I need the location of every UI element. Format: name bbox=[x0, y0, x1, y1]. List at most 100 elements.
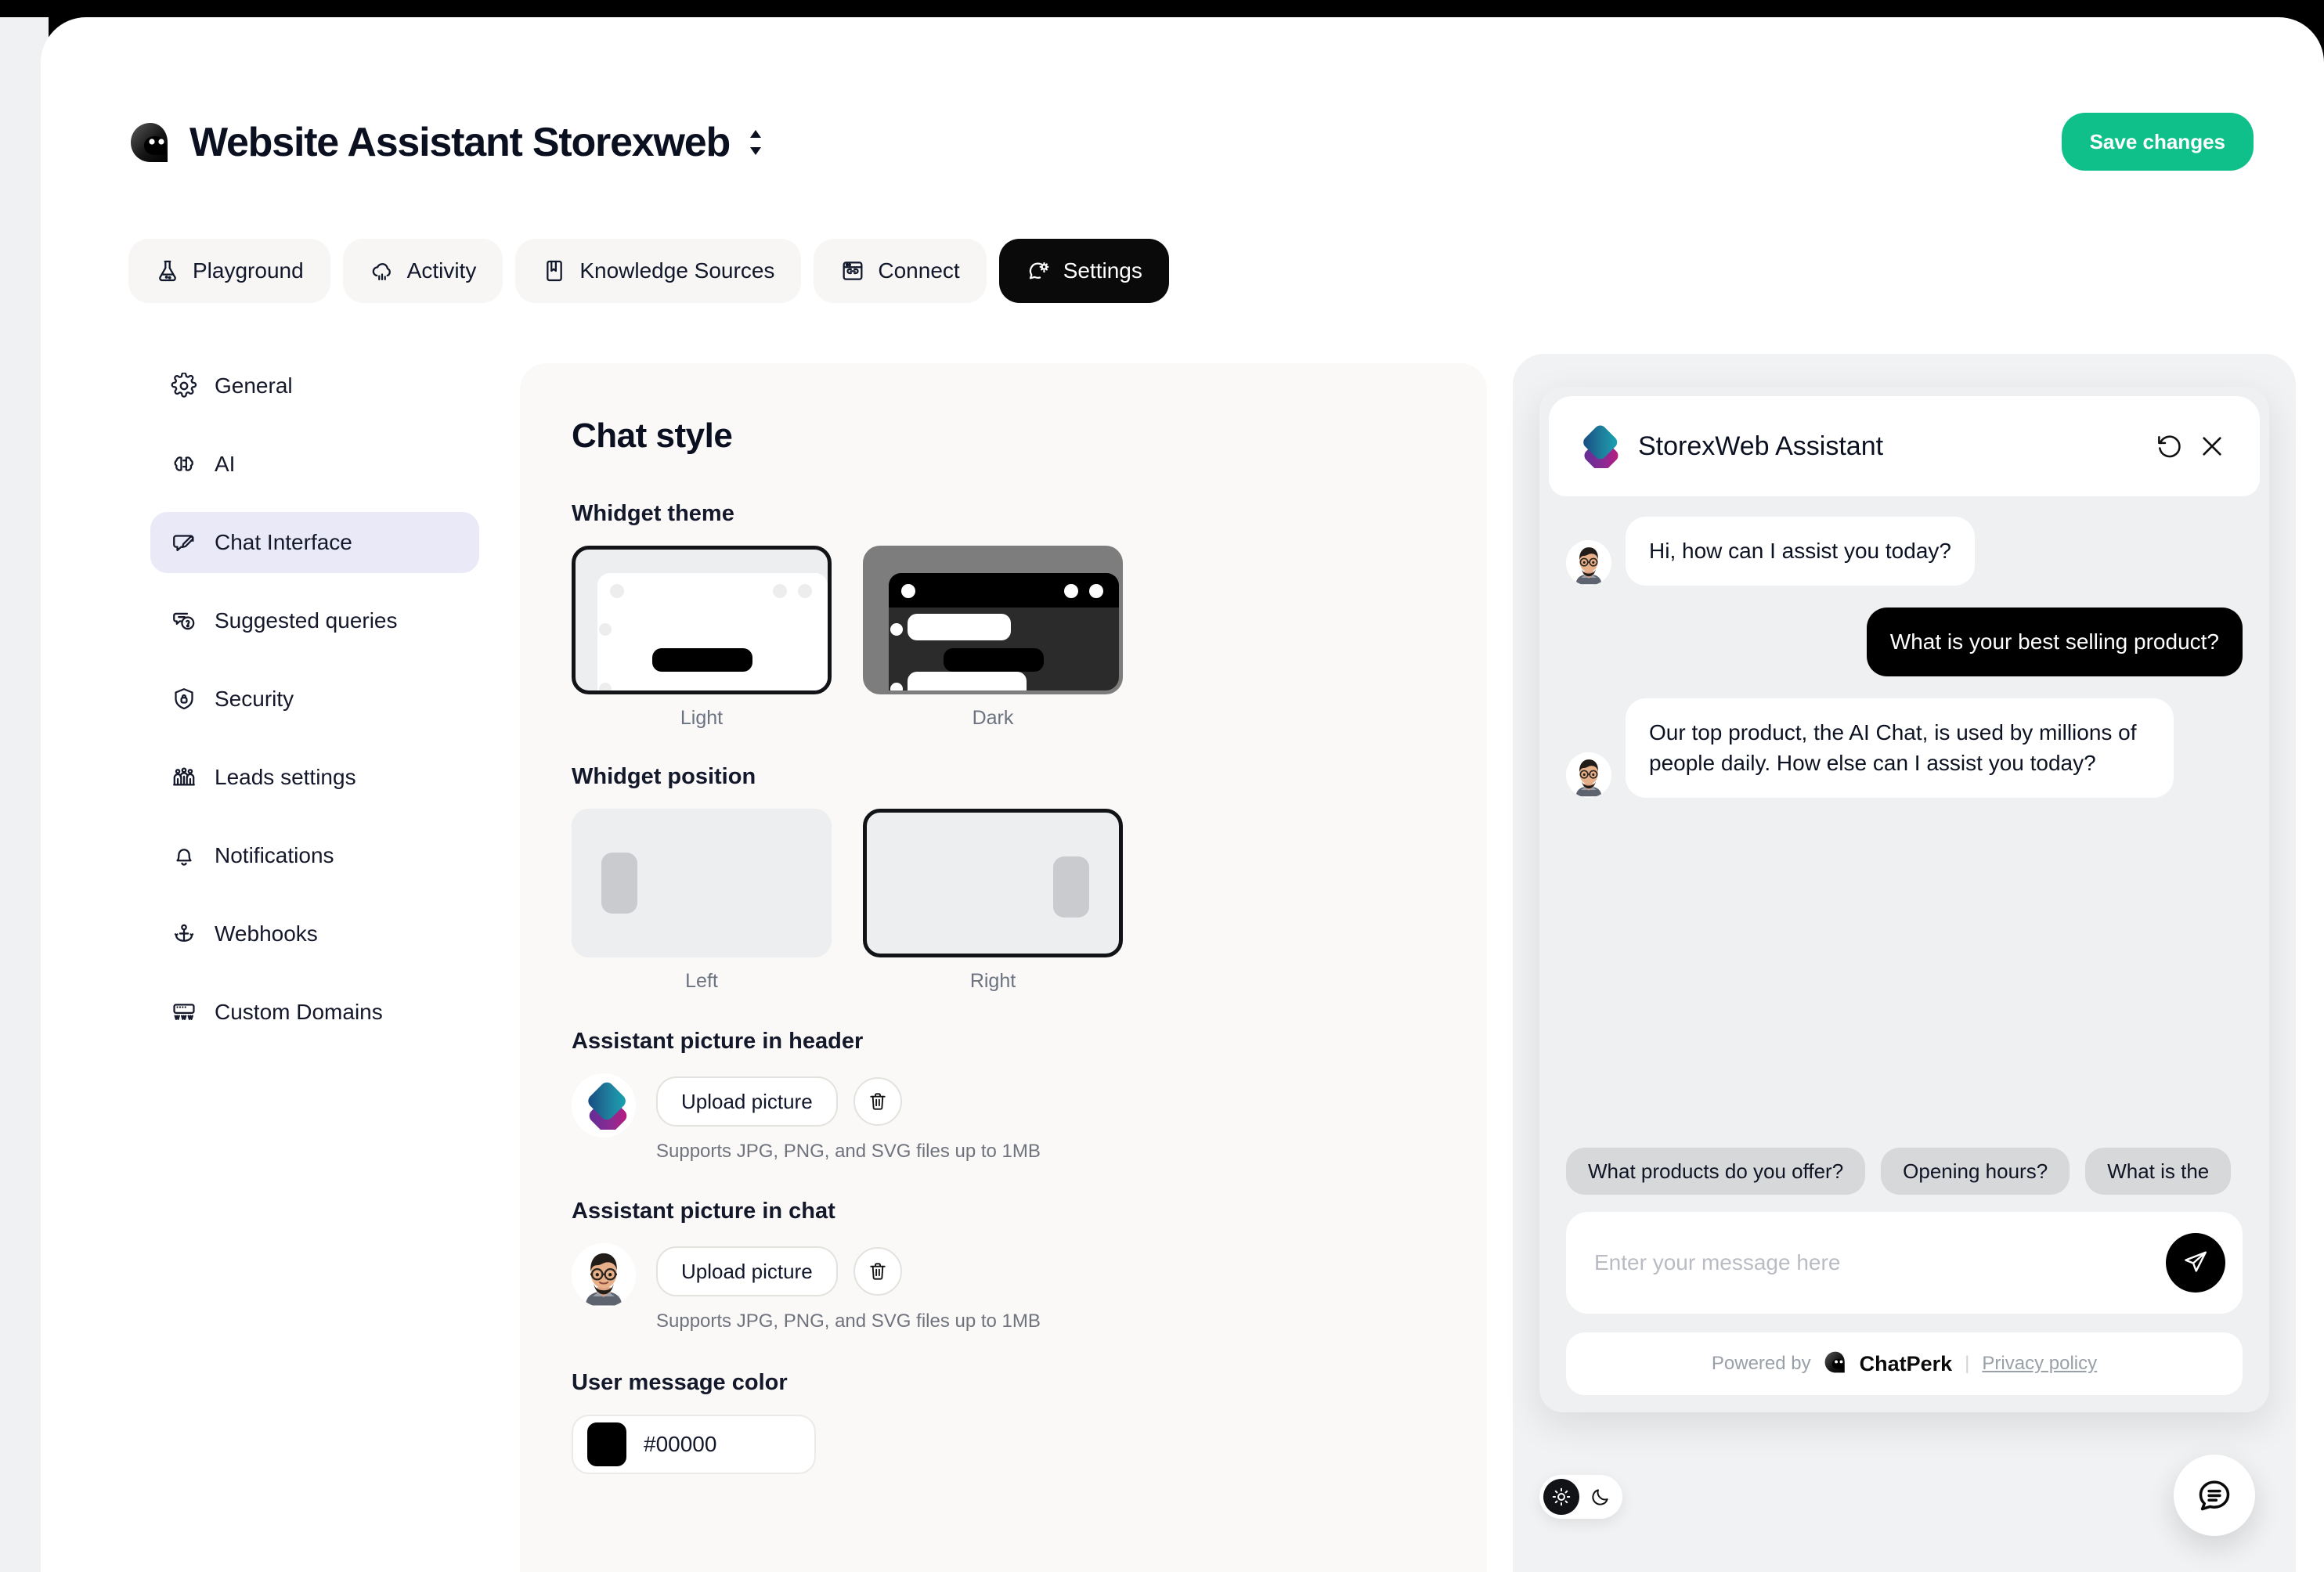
messages-area: Hi, how can I assist you today? What is … bbox=[1539, 496, 2269, 1148]
theme-preview-titlebar bbox=[597, 573, 828, 608]
sidebar-item-security[interactable]: Security bbox=[150, 669, 479, 730]
sidebar-item-label: Notifications bbox=[215, 843, 334, 867]
assistant-picture-header-block: Assistant picture in header Upload pictu… bbox=[572, 1029, 1435, 1163]
upload-hint: Supports JPG, PNG, and SVG files up to 1… bbox=[656, 1311, 1041, 1332]
widget-theme-options: Light Dark bbox=[572, 546, 1435, 730]
sidebar-item-label: Webhooks bbox=[215, 921, 318, 946]
message-row-assistant: Our top product, the AI Chat, is used by… bbox=[1566, 698, 2243, 798]
footer-divider: | bbox=[1965, 1353, 1970, 1374]
tab-playground[interactable]: Playground bbox=[128, 239, 330, 303]
tab-settings[interactable]: Settings bbox=[998, 239, 1169, 303]
cloud-activity-icon bbox=[370, 258, 395, 283]
reset-icon[interactable] bbox=[2149, 425, 2191, 467]
sidebar-item-webhooks[interactable]: Webhooks bbox=[150, 903, 479, 964]
stacked-diamonds-logo-icon bbox=[572, 1073, 636, 1138]
chat-preview-panel: StorexWeb Assistant Hi, how can I assist… bbox=[1513, 354, 2296, 1572]
suggested-query-chip[interactable]: What products do you offer? bbox=[1566, 1148, 1866, 1195]
widget-position-options: Left Right bbox=[572, 809, 1435, 993]
save-button[interactable]: Save changes bbox=[2061, 113, 2254, 171]
header: Website Assistant Storexweb Save changes bbox=[128, 110, 2254, 175]
widget-position-option-right[interactable]: Right bbox=[863, 809, 1123, 993]
theme-preview-light bbox=[572, 546, 832, 694]
www-icon bbox=[171, 999, 197, 1026]
sidebar-item-label: Security bbox=[215, 687, 294, 711]
moon-icon[interactable] bbox=[1582, 1479, 1618, 1515]
tab-activity[interactable]: Activity bbox=[342, 239, 503, 303]
person-avatar-icon bbox=[1566, 752, 1611, 798]
sidebar-item-chat-interface[interactable]: Chat Interface bbox=[150, 512, 479, 573]
sidebar-item-general[interactable]: General bbox=[150, 355, 479, 416]
theme-toggle[interactable] bbox=[1539, 1475, 1622, 1519]
tab-label: Knowledge Sources bbox=[579, 258, 775, 283]
sidebar-item-label: AI bbox=[215, 452, 236, 476]
chatperk-logo-icon bbox=[1824, 1350, 1847, 1378]
chatperk-logo-icon bbox=[128, 121, 172, 164]
tab-knowledge-sources[interactable]: Knowledge Sources bbox=[515, 239, 802, 303]
chevron-up-down-icon[interactable] bbox=[747, 127, 764, 158]
widget-theme-option-light[interactable]: Light bbox=[572, 546, 832, 730]
sidebar-item-notifications[interactable]: Notifications bbox=[150, 825, 479, 886]
user-message-color-label: User message color bbox=[572, 1370, 788, 1395]
message-bubble: What is your best selling product? bbox=[1866, 607, 2243, 676]
position-handle bbox=[601, 853, 637, 914]
widget-footer: Powered by ChatPerk | Privacy policy bbox=[1566, 1332, 2243, 1395]
anchor-icon bbox=[171, 921, 197, 947]
sidebar-item-suggested-queries[interactable]: Suggested queries bbox=[150, 590, 479, 651]
option-caption: Left bbox=[685, 970, 718, 992]
position-preview-right bbox=[863, 809, 1123, 957]
privacy-policy-link[interactable]: Privacy policy bbox=[1982, 1353, 2097, 1375]
message-bubble: Our top product, the AI Chat, is used by… bbox=[1626, 698, 2174, 798]
tab-label: Connect bbox=[878, 258, 960, 283]
widget-theme-label: Whidget theme bbox=[572, 501, 734, 526]
brain-icon bbox=[171, 451, 197, 478]
suggested-queries-row: What products do you offer? Opening hour… bbox=[1539, 1148, 2269, 1212]
tab-connect[interactable]: Connect bbox=[814, 239, 987, 303]
widget-position-label: Whidget position bbox=[572, 764, 756, 789]
color-input[interactable]: #00000 bbox=[572, 1415, 816, 1474]
chatperk-wordmark: ChatPerk bbox=[1859, 1351, 1953, 1376]
trash-icon[interactable] bbox=[853, 1247, 902, 1296]
sidebar-item-label: General bbox=[215, 373, 293, 398]
sidebar-item-label: Suggested queries bbox=[215, 608, 398, 633]
trash-icon[interactable] bbox=[853, 1077, 902, 1126]
person-avatar-icon bbox=[1566, 539, 1611, 586]
sidebar-item-label: Leads settings bbox=[215, 765, 356, 789]
sidebar-item-custom-domains[interactable]: Custom Domains bbox=[150, 982, 479, 1043]
message-input[interactable] bbox=[1594, 1250, 2166, 1275]
person-avatar-icon bbox=[572, 1243, 636, 1307]
user-message-color-block: User message color #00000 bbox=[572, 1370, 1435, 1474]
sidebar-item-ai[interactable]: AI bbox=[150, 434, 479, 495]
app-shell: Website Assistant Storexweb Save changes… bbox=[0, 0, 2324, 1572]
bell-icon bbox=[171, 842, 197, 869]
suggested-query-chip[interactable]: Opening hours? bbox=[1881, 1148, 2070, 1195]
close-icon[interactable] bbox=[2191, 425, 2233, 467]
chat-bubble-lines-icon[interactable] bbox=[2174, 1455, 2255, 1536]
people-icon bbox=[171, 764, 197, 791]
tab-label: Activity bbox=[406, 258, 477, 283]
chat-edit-icon bbox=[171, 529, 197, 556]
option-caption: Right bbox=[969, 970, 1016, 992]
gear-icon bbox=[171, 372, 197, 399]
widget-position-option-left[interactable]: Left bbox=[572, 809, 832, 993]
upload-picture-button[interactable]: Upload picture bbox=[656, 1246, 838, 1296]
browser-link-icon bbox=[840, 258, 865, 283]
tab-label: Settings bbox=[1063, 258, 1142, 283]
color-swatch[interactable] bbox=[587, 1422, 626, 1466]
sun-icon[interactable] bbox=[1543, 1479, 1579, 1515]
suggested-query-chip[interactable]: What is the bbox=[2085, 1148, 2232, 1195]
message-row-user: What is your best selling product? bbox=[1566, 607, 2243, 676]
tab-bar: Playground Activity Knowledge Sources Co… bbox=[128, 239, 1169, 303]
option-caption: Dark bbox=[972, 707, 1014, 729]
upload-picture-button[interactable]: Upload picture bbox=[656, 1076, 838, 1127]
flask-icon bbox=[155, 258, 180, 283]
composer bbox=[1566, 1212, 2243, 1314]
theme-preview-titlebar bbox=[889, 573, 1119, 608]
sidebar-item-leads-settings[interactable]: Leads settings bbox=[150, 747, 479, 808]
assistant-picture-chat-label: Assistant picture in chat bbox=[572, 1199, 835, 1224]
assistant-picture-header-label: Assistant picture in header bbox=[572, 1029, 864, 1054]
sidebar-item-label: Chat Interface bbox=[215, 530, 352, 554]
panel-heading: Chat style bbox=[572, 416, 733, 455]
widget-theme-option-dark[interactable]: Dark bbox=[863, 546, 1123, 730]
color-hex-value: #00000 bbox=[644, 1432, 717, 1456]
send-button[interactable] bbox=[2166, 1233, 2225, 1293]
